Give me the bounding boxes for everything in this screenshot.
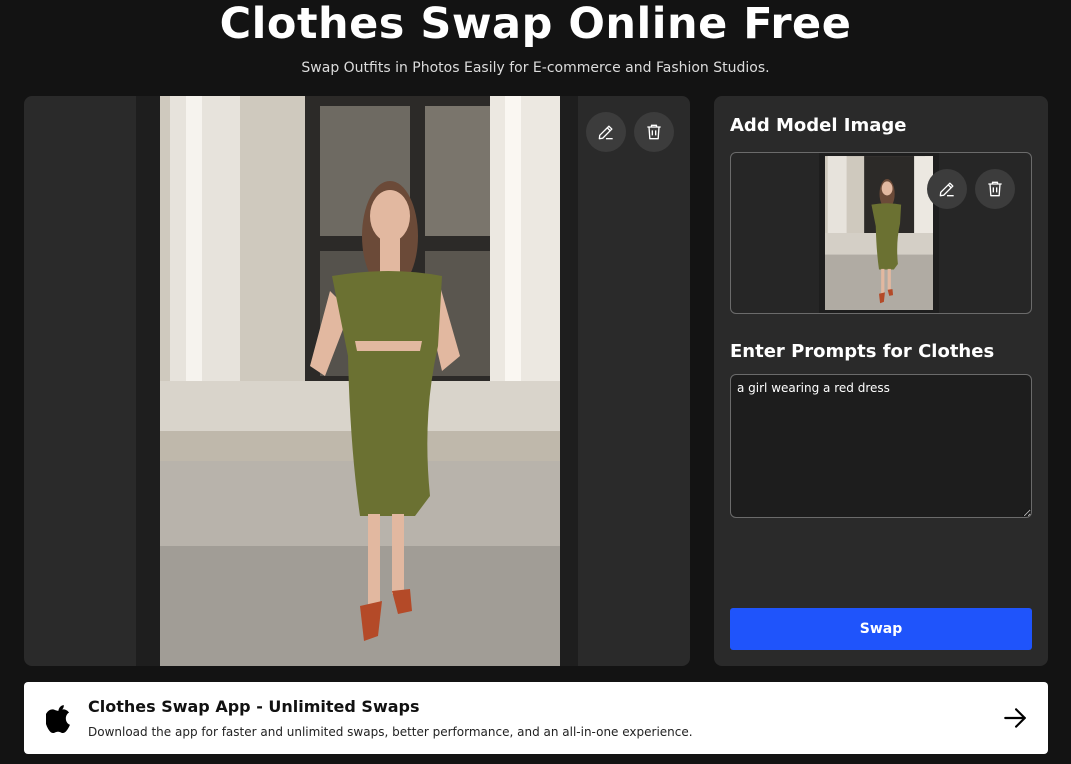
banner-title: Clothes Swap App - Unlimited Swaps bbox=[88, 697, 420, 716]
delete-model-button[interactable] bbox=[975, 169, 1015, 209]
trash-icon bbox=[647, 124, 661, 140]
preview-panel bbox=[24, 96, 690, 666]
arrow-right-icon[interactable] bbox=[1002, 705, 1028, 731]
edit-image-button[interactable] bbox=[586, 112, 626, 152]
model-photo bbox=[160, 96, 560, 666]
model-section-title: Add Model Image bbox=[730, 115, 907, 136]
model-thumb-frame bbox=[819, 153, 939, 313]
page-title: Clothes Swap Online Free bbox=[219, 0, 852, 49]
trash-icon bbox=[988, 181, 1002, 197]
banner-description: Download the app for faster and unlimite… bbox=[88, 725, 693, 739]
edit-model-button[interactable] bbox=[927, 169, 967, 209]
apple-icon bbox=[46, 705, 70, 733]
pencil-icon bbox=[939, 182, 954, 197]
swap-button[interactable]: Swap bbox=[730, 608, 1032, 650]
page-subtitle: Swap Outfits in Photos Easily for E-comm… bbox=[301, 60, 770, 76]
pencil-icon bbox=[598, 125, 613, 140]
preview-frame bbox=[136, 96, 578, 666]
model-thumbnail bbox=[825, 156, 933, 310]
control-panel: Add Model Image Enter Prompts for Clothe… bbox=[714, 96, 1048, 666]
prompt-input[interactable]: a girl wearing a red dress bbox=[730, 374, 1032, 518]
app-download-banner[interactable]: Clothes Swap App - Unlimited Swaps Downl… bbox=[24, 682, 1048, 754]
model-image-box[interactable] bbox=[730, 152, 1032, 314]
prompt-section-title: Enter Prompts for Clothes bbox=[730, 341, 995, 362]
delete-image-button[interactable] bbox=[634, 112, 674, 152]
